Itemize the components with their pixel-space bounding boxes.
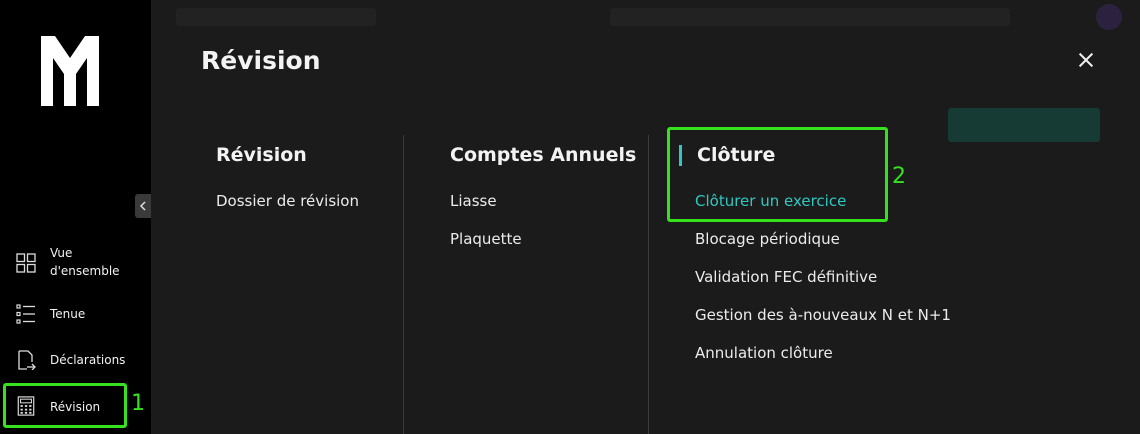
column-heading-revision: Révision bbox=[216, 144, 307, 166]
close-icon[interactable] bbox=[1076, 50, 1096, 70]
sidebar-label-line1: Vue bbox=[50, 246, 73, 260]
sidebar-item-label: Déclarations bbox=[50, 353, 126, 367]
background-button bbox=[948, 108, 1100, 142]
menu-link-validation-fec[interactable]: Validation FEC définitive bbox=[695, 268, 877, 286]
annotation-box-1 bbox=[3, 383, 127, 428]
collapse-sidebar-button[interactable] bbox=[135, 194, 151, 218]
menu-link-plaquette[interactable]: Plaquette bbox=[450, 230, 522, 248]
M-logo bbox=[41, 36, 99, 106]
menu-link-annulation-cloture[interactable]: Annulation clôture bbox=[695, 344, 833, 362]
annotation-box-2 bbox=[667, 127, 888, 222]
background-toolbar bbox=[176, 8, 376, 26]
menu-link-dossier-revision[interactable]: Dossier de révision bbox=[216, 192, 359, 210]
sidebar-item-label: Tenue bbox=[50, 307, 86, 321]
document-arrow-icon bbox=[18, 350, 36, 370]
annotation-number-1: 1 bbox=[131, 391, 145, 416]
sidebar-item-label: Vue d'ensemble bbox=[50, 244, 120, 280]
menu-link-liasse[interactable]: Liasse bbox=[450, 192, 497, 210]
chevron-left-icon bbox=[139, 201, 146, 211]
sidebar: Vue d'ensemble Tenue Déclarations Révisi… bbox=[0, 0, 151, 434]
column-divider bbox=[648, 135, 649, 434]
list-icon bbox=[16, 304, 35, 324]
menu-link-gestion-a-nouveaux[interactable]: Gestion des à-nouveaux N et N+1 bbox=[695, 306, 951, 324]
background-avatar bbox=[1096, 4, 1122, 30]
menu-link-blocage-periodique[interactable]: Blocage périodique bbox=[695, 230, 840, 248]
sidebar-label-line2: d'ensemble bbox=[50, 264, 120, 278]
panel-title: Révision bbox=[201, 46, 321, 75]
annotation-number-2: 2 bbox=[892, 164, 906, 189]
background-toolbar-right bbox=[610, 8, 1010, 26]
sidebar-item-vue-ensemble[interactable]: Vue d'ensemble bbox=[0, 244, 151, 284]
sidebar-item-declarations[interactable]: Déclarations bbox=[0, 348, 151, 372]
sidebar-item-tenue[interactable]: Tenue bbox=[0, 302, 151, 326]
grid-icon bbox=[16, 253, 36, 273]
column-heading-comptes-annuels: Comptes Annuels bbox=[450, 144, 637, 166]
column-divider bbox=[403, 135, 404, 434]
